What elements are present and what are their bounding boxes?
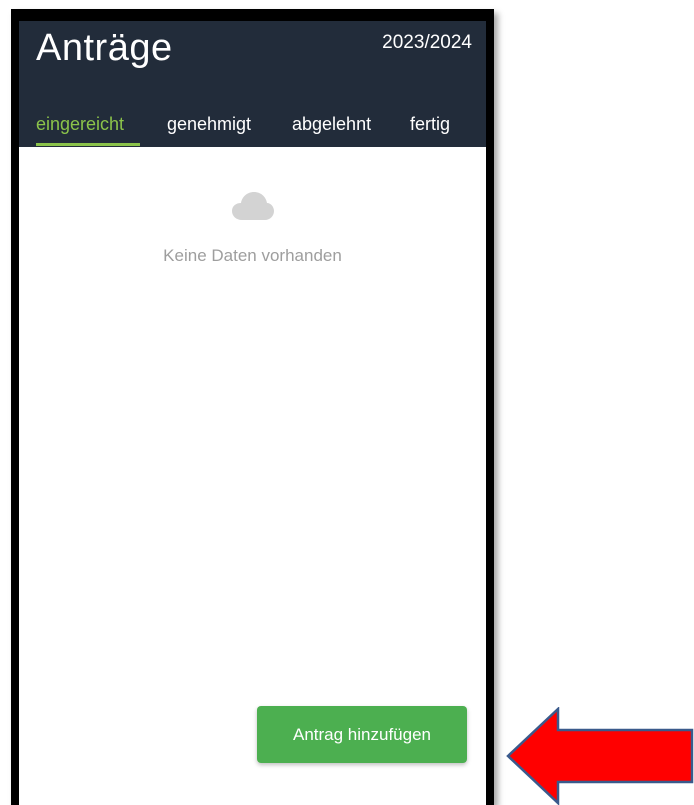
annotation-arrow-icon: [506, 707, 694, 805]
tab-fertig[interactable]: fertig: [410, 109, 450, 147]
empty-message: Keine Daten vorhanden: [163, 246, 342, 265]
cloud-icon: [231, 191, 275, 221]
page-title: Anträge: [36, 27, 173, 69]
app-header: Anträge 2023/2024 eingereicht genehmigt …: [19, 21, 486, 147]
tab-abgelehnt[interactable]: abgelehnt: [292, 109, 371, 147]
school-year-selector[interactable]: 2023/2024: [382, 31, 472, 55]
tab-bar: eingereicht genehmigt abgelehnt fertig: [19, 109, 486, 147]
tab-genehmigt[interactable]: genehmigt: [167, 109, 251, 147]
tab-eingereicht[interactable]: eingereicht: [36, 109, 124, 147]
active-tab-indicator: [36, 143, 140, 146]
add-request-button[interactable]: Antrag hinzufügen: [257, 706, 467, 763]
empty-state: Keine Daten vorhanden: [19, 191, 486, 266]
app-screen: Anträge 2023/2024 eingereicht genehmigt …: [19, 21, 486, 805]
